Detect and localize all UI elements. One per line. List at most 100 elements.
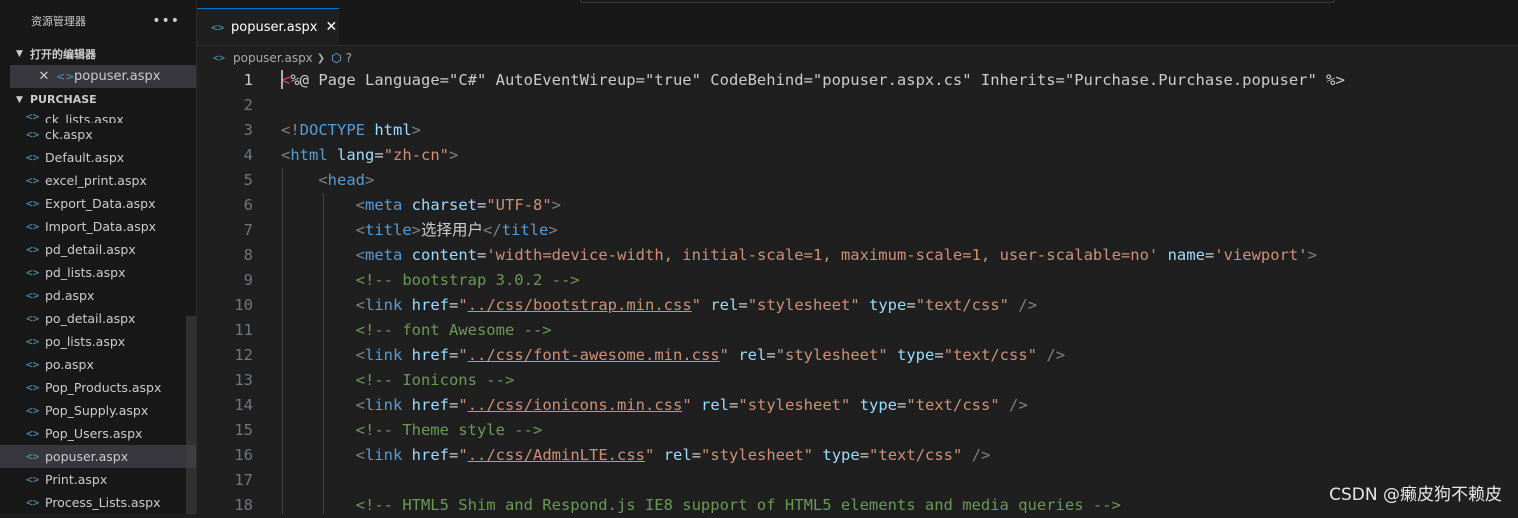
file-item[interactable]: <> popuser.aspx <box>0 445 196 468</box>
file-code-icon: <> <box>26 312 40 325</box>
code-line[interactable]: 11 <!-- font Awesome --> <box>197 318 1518 343</box>
file-item[interactable]: <> Pop_Users.aspx <box>0 422 196 445</box>
breadcrumb-file[interactable]: popuser.aspx <box>233 51 313 65</box>
code-token: href <box>411 446 449 464</box>
code-token: <!-- font Awesome --> <box>355 321 552 339</box>
code-token: /> <box>1046 346 1066 364</box>
chevron-down-icon: ▼ <box>16 94 23 105</box>
code-token: = <box>449 346 459 364</box>
file-item[interactable]: <> po_detail.aspx <box>0 307 196 330</box>
code-token: rel <box>710 296 739 314</box>
file-item[interactable]: <> Print.aspx <box>0 468 196 491</box>
code-token: link <box>365 396 403 414</box>
code-line[interactable]: 13 <!-- Ionicons --> <box>197 368 1518 393</box>
breadcrumb-symbol[interactable]: ? <box>346 51 352 65</box>
file-code-icon: <> <box>26 289 40 302</box>
project-section[interactable]: ▼ PURCHASE <box>0 88 196 111</box>
code-line[interactable]: 8 <meta content='width=device-width, ini… <box>197 243 1518 268</box>
line-number: 4 <box>243 146 253 164</box>
code-line[interactable]: 6 <meta charset="UTF-8"> <box>197 193 1518 218</box>
open-editor-item[interactable]: ✕ <> popuser.aspx <box>10 65 196 88</box>
code-line[interactable]: 12 <link href="../css/font-awesome.min.c… <box>197 343 1518 368</box>
line-number: 1 <box>243 71 253 89</box>
code-line[interactable]: 5 <head> <box>197 168 1518 193</box>
project-label: PURCHASE <box>30 93 97 106</box>
code-line[interactable]: 18 <!-- HTML5 Shim and Respond.js IE8 su… <box>197 493 1518 518</box>
file-item[interactable]: <> pd_lists.aspx <box>0 261 196 284</box>
breadcrumb: <> popuser.aspx ❯ ⬡ ? <box>197 46 352 70</box>
line-code: <!-- Ionicons --> <box>281 368 515 393</box>
file-item[interactable]: <> po_lists.aspx <box>0 330 196 353</box>
close-icon[interactable]: ✕ <box>325 19 337 35</box>
code-token: = <box>729 396 739 414</box>
code-token: = <box>449 296 459 314</box>
file-name: ck_lists.aspx <box>45 112 124 123</box>
code-token: "text/css" <box>869 446 963 464</box>
line-number: 12 <box>234 346 253 364</box>
code-line[interactable]: 9 <!-- bootstrap 3.0.2 --> <box>197 268 1518 293</box>
code-token: > <box>548 221 558 239</box>
file-item[interactable]: <> Default.aspx <box>0 146 196 169</box>
file-item[interactable]: <> Process_Lists.aspx <box>0 491 196 514</box>
explorer-sidebar: 资源管理器 ••• ▼ 打开的编辑器 ✕ <> popuser.aspx ▼ P… <box>0 0 197 514</box>
code-line[interactable]: 15 <!-- Theme style --> <box>197 418 1518 443</box>
file-name: pd_detail.aspx <box>45 242 136 257</box>
code-token: "stylesheet" <box>738 396 851 414</box>
code-line[interactable]: 3 <!DOCTYPE html> <box>197 118 1518 143</box>
file-item[interactable]: <> Export_Data.aspx <box>0 192 196 215</box>
code-token: "UTF-8" <box>486 196 552 214</box>
file-item[interactable]: <> ck_lists.aspx <box>0 112 196 123</box>
code-line[interactable]: 17 <box>197 468 1518 493</box>
code-line[interactable]: 14 <link href="../css/ionicons.min.css" … <box>197 393 1518 418</box>
line-number: 14 <box>234 396 253 414</box>
file-name: Export_Data.aspx <box>45 196 156 211</box>
code-token: = <box>477 246 487 264</box>
line-code: <link href="../css/ionicons.min.css" rel… <box>281 393 1028 418</box>
code-line[interactable]: 7 <title>选择用户</title> <box>197 218 1518 243</box>
code-token: lang <box>337 146 375 164</box>
code-token: 'viewport' <box>1214 246 1308 264</box>
code-token: html <box>290 146 328 164</box>
code-token: meta <box>365 246 403 264</box>
tab-label: popuser.aspx <box>231 19 318 35</box>
code-token: < <box>355 296 365 314</box>
code-line[interactable]: 2 <box>197 93 1518 118</box>
file-name: popuser.aspx <box>45 449 129 464</box>
line-number: 16 <box>234 446 253 464</box>
line-code: <meta content='width=device-width, initi… <box>281 243 1317 268</box>
line-number: 8 <box>243 246 253 264</box>
file-item[interactable]: <> Import_Data.aspx <box>0 215 196 238</box>
close-icon[interactable]: ✕ <box>32 69 56 84</box>
more-actions-icon[interactable]: ••• <box>152 13 180 29</box>
code-line[interactable]: 10 <link href="../css/bootstrap.min.css"… <box>197 293 1518 318</box>
file-item[interactable]: <> excel_print.aspx <box>0 169 196 192</box>
file-item[interactable]: <> pd_detail.aspx <box>0 238 196 261</box>
line-number: 5 <box>243 171 253 189</box>
tab-popuser[interactable]: <> popuser.aspx ✕ <box>197 8 339 45</box>
explorer-title: 资源管理器 <box>31 15 86 28</box>
code-editor[interactable]: 1 <%@ Page Language="C#" AutoEventWireup=… <box>197 68 1518 514</box>
code-line[interactable]: 16 <link href="../css/AdminLTE.css" rel=… <box>197 443 1518 468</box>
code-line[interactable]: 4 <html lang="zh-cn"> <box>197 143 1518 168</box>
command-center-edge[interactable] <box>580 0 1335 3</box>
file-item[interactable]: <> Pop_Products.aspx <box>0 376 196 399</box>
open-editors-section[interactable]: ▼ 打开的编辑器 <box>0 42 196 65</box>
file-item[interactable]: <> pd.aspx <box>0 284 196 307</box>
file-code-icon: <> <box>213 52 226 64</box>
file-item[interactable]: <> po.aspx <box>0 353 196 376</box>
file-item[interactable]: <> ck.aspx <box>0 123 196 146</box>
file-code-icon: <> <box>26 381 40 394</box>
file-item[interactable]: <> Pop_Supply.aspx <box>0 399 196 422</box>
file-code-icon: <> <box>26 473 40 486</box>
code-token: "text/css" <box>906 396 1000 414</box>
sidebar-scrollbar[interactable] <box>186 316 196 514</box>
code-line[interactable]: 1 <%@ Page Language="C#" AutoEventWireup=… <box>197 68 1518 93</box>
code-token: <!-- bootstrap 3.0.2 --> <box>355 271 580 289</box>
code-token: = <box>691 446 702 464</box>
